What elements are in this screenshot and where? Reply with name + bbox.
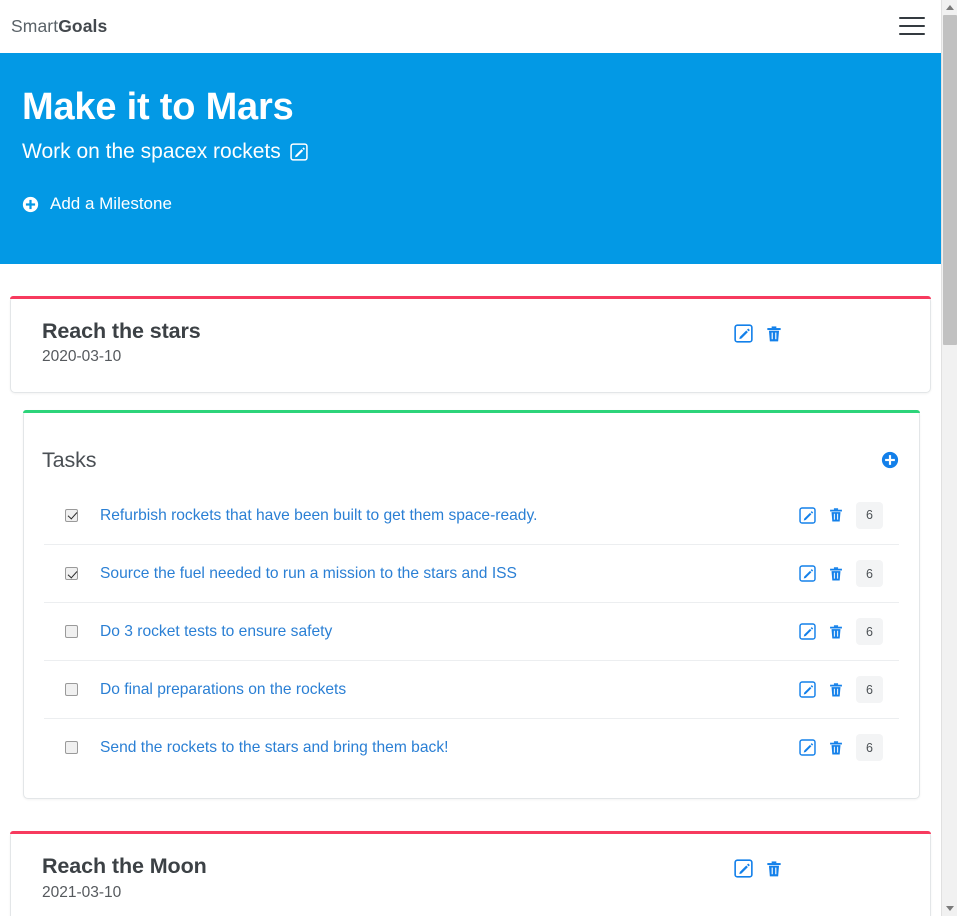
- brand-prefix: Smart: [11, 15, 59, 36]
- task-label[interactable]: Send the rockets to the stars and bring …: [100, 737, 799, 758]
- task-label[interactable]: Refurbish rockets that have been built t…: [100, 505, 799, 526]
- top-navbar: SmartGoals: [0, 0, 941, 53]
- goal-subtitle-row: Work on the spacex rockets: [22, 139, 941, 164]
- edit-icon[interactable]: [290, 142, 308, 162]
- hamburger-bar: [899, 17, 925, 19]
- milestone-info: Reach the Moon 2021-03-10: [42, 853, 207, 902]
- table-row: Do final preparations on the rockets 6: [44, 660, 899, 718]
- milestone-date: 2020-03-10: [42, 348, 122, 366]
- task-actions: 6: [799, 501, 899, 529]
- edit-icon[interactable]: [799, 623, 816, 641]
- tasks-panel-title: Tasks: [42, 447, 97, 472]
- trash-icon[interactable]: [765, 860, 783, 878]
- goal-hero-header: Make it to Mars Work on the spacex rocke…: [0, 53, 941, 264]
- add-task-button[interactable]: [881, 451, 899, 469]
- milestone-actions: [734, 853, 914, 879]
- status-badge[interactable]: 6: [856, 618, 883, 646]
- hamburger-menu-icon[interactable]: [899, 16, 925, 36]
- scrollbar-thumb[interactable]: [943, 15, 957, 345]
- milestone-card: Reach the Moon 2021-03-10: [10, 831, 931, 916]
- scroll-down-arrow-icon[interactable]: [942, 901, 957, 916]
- task-actions: 6: [799, 734, 899, 762]
- hamburger-bar: [899, 25, 925, 27]
- edit-icon[interactable]: [799, 681, 816, 699]
- brand-strong: Goals: [58, 15, 108, 36]
- table-row: Do 3 rocket tests to ensure safety 6: [44, 602, 899, 660]
- app-root: SmartGoals Make it to Mars Work on the s…: [0, 0, 957, 916]
- table-row: Source the fuel needed to run a mission …: [44, 544, 899, 602]
- page-viewport: SmartGoals Make it to Mars Work on the s…: [0, 0, 941, 916]
- milestone-card: Reach the stars 2020-03-10: [10, 296, 931, 394]
- triangle-up-icon: [946, 5, 954, 10]
- task-label[interactable]: Source the fuel needed to run a mission …: [100, 563, 799, 584]
- edit-icon[interactable]: [799, 739, 816, 757]
- task-checkbox[interactable]: [65, 508, 78, 522]
- scroll-up-arrow-icon[interactable]: [942, 0, 957, 15]
- status-badge[interactable]: 6: [856, 560, 883, 588]
- task-checkbox[interactable]: [65, 683, 78, 697]
- goal-title: Make it to Mars: [22, 86, 294, 128]
- status-badge[interactable]: 6: [856, 501, 883, 529]
- task-label[interactable]: Do 3 rocket tests to ensure safety: [100, 621, 799, 642]
- trash-icon[interactable]: [828, 740, 844, 756]
- milestone-date: 2021-03-10: [42, 883, 122, 901]
- edit-icon[interactable]: [734, 859, 753, 879]
- trash-icon[interactable]: [828, 566, 844, 582]
- task-actions: 6: [799, 618, 899, 646]
- tasks-panel-header: Tasks: [24, 411, 919, 486]
- tasks-panel: Tasks Refurbish rockets that have been b…: [23, 410, 920, 800]
- triangle-down-icon: [946, 906, 954, 911]
- plus-circle-icon: [22, 196, 39, 213]
- milestone-actions: [734, 318, 914, 343]
- task-checkbox[interactable]: [65, 741, 78, 755]
- trash-icon[interactable]: [828, 624, 844, 640]
- plus-circle-icon: [881, 452, 899, 469]
- task-actions: 6: [799, 676, 899, 704]
- hamburger-bar: [899, 33, 925, 35]
- trash-icon[interactable]: [828, 682, 844, 698]
- milestone-info: Reach the stars 2020-03-10: [42, 318, 201, 367]
- add-milestone-button[interactable]: Add a Milestone: [22, 194, 172, 214]
- trash-icon[interactable]: [765, 325, 783, 343]
- task-actions: 6: [799, 560, 899, 588]
- table-row: Send the rockets to the stars and bring …: [44, 718, 899, 776]
- brand-logo[interactable]: SmartGoals: [11, 16, 107, 37]
- task-list: Refurbish rockets that have been built t…: [24, 486, 919, 798]
- edit-icon[interactable]: [799, 565, 816, 583]
- milestone-title: Reach the stars: [42, 319, 201, 343]
- edit-icon[interactable]: [799, 507, 816, 524]
- vertical-scrollbar[interactable]: [941, 0, 957, 916]
- main-content: Reach the stars 2020-03-10 Tasks Refurbi…: [0, 296, 941, 916]
- trash-icon[interactable]: [828, 507, 844, 523]
- task-label[interactable]: Do final preparations on the rockets: [100, 679, 799, 700]
- status-badge[interactable]: 6: [856, 676, 883, 704]
- milestone-title: Reach the Moon: [42, 854, 207, 879]
- add-milestone-label: Add a Milestone: [50, 194, 172, 214]
- goal-subtitle: Work on the spacex rockets: [22, 139, 281, 163]
- table-row: Refurbish rockets that have been built t…: [44, 486, 899, 544]
- status-badge[interactable]: 6: [856, 734, 883, 762]
- edit-icon[interactable]: [734, 324, 753, 343]
- task-checkbox[interactable]: [65, 567, 78, 581]
- task-checkbox[interactable]: [65, 625, 78, 639]
